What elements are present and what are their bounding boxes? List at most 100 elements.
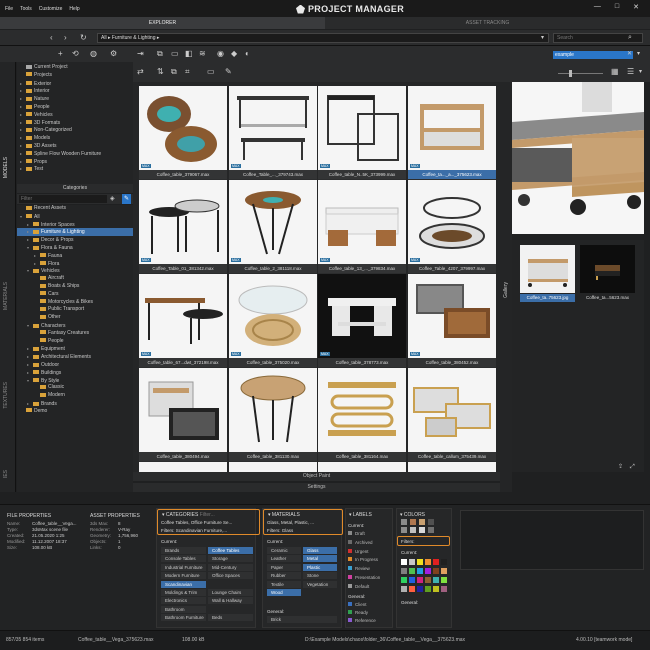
color-swatch[interactable] <box>441 586 447 592</box>
asset-tile[interactable]: MAX Coffee_table_375020.max <box>229 274 317 368</box>
menu-help[interactable]: Help <box>69 6 79 12</box>
category-item[interactable]: ▸ Flora <box>17 260 133 268</box>
asset-tile[interactable]: Coffee_table_380494.max <box>139 368 227 462</box>
asset-caption[interactable]: Coffee_table_N..5K_373999.max <box>318 170 406 179</box>
list-view-icon[interactable]: ☰ <box>627 67 634 77</box>
colors-filters[interactable]: Filters: <box>401 539 415 544</box>
asset-caption[interactable]: Coffee_table_2_381118.max <box>229 264 317 273</box>
path-field[interactable]: All ▸ Furniture & Lighting ▸ <box>97 33 549 43</box>
asset-thumbnail[interactable] <box>229 368 317 452</box>
asset-tile-partial[interactable] <box>139 462 227 472</box>
category-item[interactable]: ▸ Furniture & Lighting <box>17 228 133 237</box>
label-general-item[interactable]: Client <box>348 602 367 607</box>
asset-thumbnail[interactable] <box>408 274 496 358</box>
asset-tile[interactable]: MAX Coffee_table_13_..._379834.max <box>318 180 406 274</box>
color-swatch[interactable] <box>433 577 439 583</box>
category-chip[interactable]: Brands <box>161 547 206 554</box>
gallery-caption-jpg[interactable]: Coffee_ta..75623.jpg <box>520 294 575 302</box>
category-item[interactable]: Public Transport <box>17 306 133 314</box>
search-icon[interactable]: ⌕ <box>628 33 632 43</box>
grid-view-icon[interactable]: ▦ <box>611 67 619 77</box>
asset-thumbnail[interactable] <box>139 180 227 264</box>
color-swatch[interactable] <box>410 527 416 533</box>
category-chip[interactable]: Beds <box>208 614 253 622</box>
asset-thumbnail[interactable] <box>229 86 317 170</box>
path-dropdown-icon[interactable]: ▾ <box>541 33 544 43</box>
asset-thumbnail[interactable] <box>408 368 496 452</box>
tree-item[interactable]: ▸ 3D Assets <box>17 142 133 150</box>
asset-caption[interactable]: Coffee_table_13_..._379834.max <box>318 264 406 273</box>
asset-caption[interactable]: Coffee_table_379067.max <box>139 170 227 179</box>
material-chip[interactable]: Glass <box>303 547 337 554</box>
layers-icon[interactable]: ≋ <box>199 49 206 59</box>
category-item[interactable]: ▸ Buildings <box>17 369 133 377</box>
tab-models[interactable]: MODELS <box>3 157 9 178</box>
category-item[interactable]: ▾ All <box>17 213 133 221</box>
view-icon[interactable]: ◉ <box>217 49 224 59</box>
filter-input[interactable]: example <box>553 51 633 59</box>
color-swatch[interactable] <box>409 568 415 574</box>
color-swatch[interactable] <box>401 568 407 574</box>
tree-item[interactable]: ▸ 3D Formats <box>17 119 133 127</box>
tree-item[interactable]: ▸ Exterior <box>17 80 133 88</box>
category-chip[interactable]: Electronics <box>161 597 206 605</box>
category-item[interactable]: Recent Assets <box>17 205 133 213</box>
zoom-slider-handle[interactable] <box>569 70 572 77</box>
material-icon[interactable]: ◐ <box>245 49 250 59</box>
material-chip[interactable]: Stone <box>303 572 337 580</box>
filter-clear-icon[interactable]: ✕ <box>627 49 632 59</box>
menu-file[interactable]: File <box>5 6 13 12</box>
category-chip[interactable]: Bathroom Accessories <box>161 605 206 619</box>
object-paint-bar[interactable]: Object Paint <box>133 472 500 481</box>
asset-tile[interactable]: MAX Coffee_Table_01_381342.max <box>139 180 227 274</box>
fullscreen-icon[interactable]: ⤢ <box>630 462 635 472</box>
asset-caption[interactable]: Coffee_table_67...dwt_372198.max <box>139 358 227 367</box>
category-chip[interactable]: Modern Furniture <box>161 572 206 580</box>
asset-tile[interactable]: MAX Coffee_Table_4207_379997.max <box>408 180 496 274</box>
color-swatch[interactable] <box>401 519 407 525</box>
asset-caption[interactable]: Coffee_table_380494.max <box>139 452 227 461</box>
tree-item[interactable]: ▸ People <box>17 103 133 111</box>
tree-item[interactable]: ▸ Models <box>17 134 133 142</box>
add-icon[interactable]: + <box>58 49 63 59</box>
globe-icon[interactable]: ◍ <box>90 49 97 59</box>
label-item[interactable]: Presentation <box>348 575 380 580</box>
color-swatch[interactable] <box>410 519 416 525</box>
asset-thumbnail[interactable] <box>318 180 406 264</box>
tree-item[interactable]: ▸ Interior <box>17 87 133 95</box>
filter-apply-icon[interactable]: ✎ <box>122 194 132 204</box>
label-general-item[interactable]: Reference <box>348 618 376 623</box>
minimize-icon[interactable]: — <box>594 3 601 11</box>
label-item[interactable]: In Progress <box>348 557 378 562</box>
asset-caption[interactable]: Coffee_table_378773.max <box>318 358 406 367</box>
tree-item[interactable]: Projects <box>17 72 133 80</box>
asset-tile[interactable]: MAX Coffee_Table_..._379743.max <box>229 86 317 180</box>
menu-tools[interactable]: Tools <box>20 6 32 12</box>
color-swatch[interactable] <box>409 577 415 583</box>
color-swatch[interactable] <box>441 577 447 583</box>
asset-tile[interactable]: MAX Coffee_table_N..5K_373999.max <box>318 86 406 180</box>
color-swatch[interactable] <box>433 559 439 565</box>
materials-general-brick[interactable]: Brick <box>267 616 337 623</box>
categories-value[interactable]: Coffee Tables, Office Furniture Se... <box>161 520 232 525</box>
color-swatch[interactable] <box>425 559 431 565</box>
material-chip[interactable]: Wood <box>267 589 301 596</box>
maximize-icon[interactable]: □ <box>615 3 619 11</box>
asset-thumbnail[interactable] <box>408 180 496 264</box>
category-item[interactable]: Motorcycles & Bikes <box>17 299 133 307</box>
category-item[interactable]: ▾ By Style <box>17 377 133 385</box>
tree-item[interactable]: ▸ Spline Flow Wooden Furniture <box>17 150 133 158</box>
folder-open-icon[interactable]: ▭ <box>207 67 215 77</box>
color-swatch[interactable] <box>419 519 425 525</box>
color-swatch[interactable] <box>428 519 434 525</box>
material-chip[interactable]: Metal <box>303 555 337 563</box>
refresh-icon[interactable]: ↻ <box>80 33 87 43</box>
transform-icon[interactable]: ⇄ <box>137 67 144 77</box>
category-item[interactable]: Cars <box>17 291 133 299</box>
menu-customize[interactable]: Customize <box>39 6 63 12</box>
tab-ies[interactable]: IES <box>3 470 9 478</box>
sort-icon[interactable]: ⇅ <box>157 67 164 77</box>
asset-thumbnail[interactable] <box>229 462 317 472</box>
color-swatch[interactable] <box>417 577 423 583</box>
material-chip[interactable]: Paper <box>267 563 301 571</box>
